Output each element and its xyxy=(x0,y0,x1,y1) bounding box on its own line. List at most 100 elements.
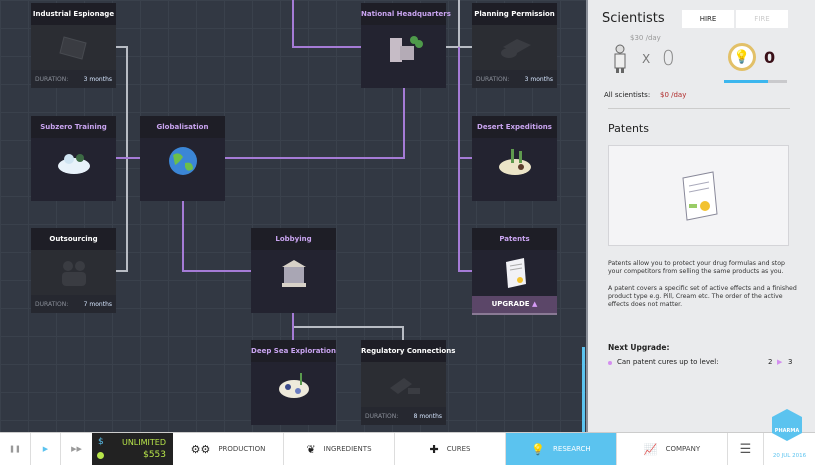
menu-icon[interactable]: ☰ xyxy=(728,433,764,465)
card-globalisation[interactable]: Globalisation xyxy=(140,116,225,201)
hire-button[interactable]: HIRE xyxy=(682,10,734,28)
fire-button[interactable]: FIRE xyxy=(736,10,788,28)
cash-value: $553 xyxy=(143,450,166,460)
scientist-cost: $30 /day xyxy=(630,34,661,42)
card-title: Patents xyxy=(472,228,557,250)
divider xyxy=(608,108,790,109)
card-desert-expeditions[interactable]: Desert Expeditions xyxy=(472,116,557,201)
card-title: Regulatory Connections xyxy=(361,340,455,362)
tab-research[interactable]: 💡 RESEARCH xyxy=(506,433,617,465)
duration-value: 3 months xyxy=(83,75,112,83)
card-planning-permission[interactable]: Planning Permission DURATION: 3 months xyxy=(472,3,557,88)
cash-icon xyxy=(97,452,104,459)
certificate-icon xyxy=(681,170,718,221)
fast-forward-button[interactable]: ▶▶ xyxy=(60,433,92,465)
connector xyxy=(292,0,294,48)
card-title: Subzero Training xyxy=(31,116,116,138)
card-industrial-espionage[interactable]: Industrial Espionage DURATION: 3 months xyxy=(31,3,116,88)
card-title: Industrial Espionage xyxy=(31,3,116,25)
gears-icon: ⚙⚙ xyxy=(190,442,211,456)
duration-value: 8 months xyxy=(413,412,442,420)
scientist-count: 0 xyxy=(662,46,675,70)
documents-icon xyxy=(361,362,446,407)
card-title: Outsourcing xyxy=(31,228,116,250)
connector xyxy=(458,47,460,272)
laptop-icon xyxy=(31,25,116,70)
tab-label: INGREDIENTS xyxy=(323,445,372,453)
game-date: 20 JUL 2016 xyxy=(772,453,807,459)
connector xyxy=(126,46,128,272)
card-lobbying[interactable]: Lobbying xyxy=(251,228,336,313)
connector xyxy=(116,157,140,159)
money-mode: UNLIMITED xyxy=(121,438,166,447)
scrollbar[interactable] xyxy=(582,347,585,432)
play-button[interactable]: ▶ xyxy=(30,433,60,465)
desert-base-icon xyxy=(472,138,557,183)
connector xyxy=(458,157,472,159)
leaf-icon: ❦ xyxy=(306,442,316,456)
sea-base-icon xyxy=(251,362,336,407)
scientist-icon xyxy=(610,44,630,78)
connector xyxy=(182,201,184,272)
times-sign: X xyxy=(642,52,651,66)
connector xyxy=(292,46,361,48)
research-progress-bar xyxy=(724,80,787,83)
cross-icon: ✚ xyxy=(429,442,439,456)
card-regulatory-connections[interactable]: Regulatory Connections DURATION: 8 months xyxy=(361,340,455,425)
section-title: Patents xyxy=(608,122,649,135)
card-subzero-training[interactable]: Subzero Training xyxy=(31,116,116,201)
all-scientists-cost: $0 /day xyxy=(660,91,687,99)
blueprint-icon xyxy=(472,25,557,70)
duration-label: DURATION: xyxy=(476,75,510,83)
people-icon xyxy=(31,250,116,295)
connector xyxy=(403,88,405,159)
card-deep-sea-exploration[interactable]: Deep Sea Exploration xyxy=(251,340,336,425)
all-scientists-label: All scientists: xyxy=(604,91,651,99)
next-upgrade-title: Next Upgrade: xyxy=(608,343,670,352)
duration-label: DURATION: xyxy=(35,75,69,83)
dollar-icon: $ xyxy=(98,437,104,447)
office-building-icon xyxy=(361,25,446,70)
company-logo: PHARMA 20 JUL 2016 xyxy=(764,409,815,465)
arrow-right-icon: ▶ xyxy=(777,358,783,366)
card-title: Planning Permission xyxy=(472,3,557,25)
connector xyxy=(402,326,404,340)
card-title: Deep Sea Exploration xyxy=(251,340,336,362)
card-national-headquarters[interactable]: National Headquarters xyxy=(361,3,451,88)
connector xyxy=(458,0,460,47)
level-to: 3 xyxy=(788,358,793,366)
duration-value: 7 months xyxy=(83,300,112,308)
tab-company[interactable]: 📈 COMPANY xyxy=(617,433,728,465)
connector xyxy=(458,270,472,272)
connector xyxy=(225,157,405,159)
scientists-title: Scientists xyxy=(602,11,665,26)
tab-label: CURES xyxy=(446,445,471,453)
upgrade-button[interactable]: UPGRADE ▲ xyxy=(472,296,557,315)
card-title: National Headquarters xyxy=(361,3,451,25)
duration-label: DURATION: xyxy=(365,412,399,420)
globe-icon xyxy=(140,138,225,183)
pause-button[interactable]: ❚❚ xyxy=(0,433,30,465)
tab-label: COMPANY xyxy=(665,445,701,453)
snow-base-icon xyxy=(31,138,116,183)
tab-cures[interactable]: ✚ CURES xyxy=(395,433,506,465)
patent-description: Patents allow you to protect your drug f… xyxy=(608,260,785,275)
card-outsourcing[interactable]: Outsourcing DURATION: 7 months xyxy=(31,228,116,313)
lightbulb-icon: 💡 xyxy=(531,442,546,456)
tab-ingredients[interactable]: ❦ INGREDIENTS xyxy=(284,433,395,465)
connector xyxy=(116,270,128,272)
upgrade-arrow-icon: ▲ xyxy=(532,300,538,308)
connector xyxy=(294,326,404,328)
card-title: Globalisation xyxy=(140,116,225,138)
tab-production[interactable]: ⚙⚙ PRODUCTION xyxy=(173,433,284,465)
level-from: 2 xyxy=(768,358,773,366)
certificate-icon xyxy=(472,250,557,295)
government-building-icon xyxy=(251,250,336,295)
tab-label: RESEARCH xyxy=(553,445,591,453)
connector xyxy=(182,270,251,272)
patent-image xyxy=(608,145,789,246)
chart-icon: 📈 xyxy=(643,442,658,456)
duration-label: DURATION: xyxy=(35,300,69,308)
side-panel: Scientists HIRE FIRE $30 /day X 0 💡 0 Al… xyxy=(586,0,815,432)
research-tree[interactable]: Industrial Espionage DURATION: 3 months S… xyxy=(0,0,586,432)
